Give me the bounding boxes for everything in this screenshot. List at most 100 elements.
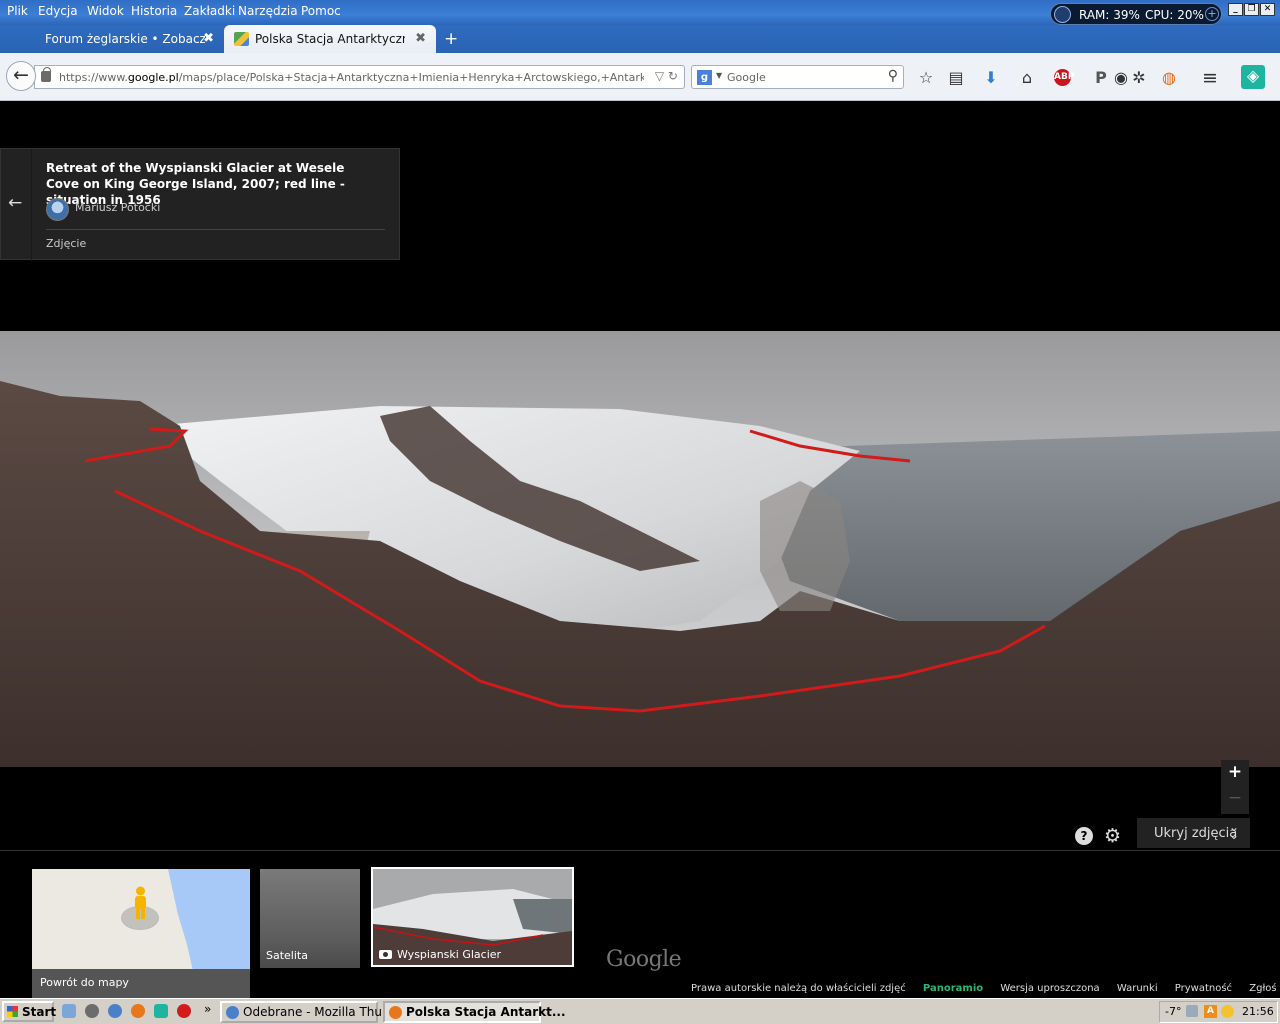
minimize-button[interactable]: _: [1228, 3, 1243, 16]
tab-forum[interactable]: Forum żeglarskie • Zobacz wą... ✖: [30, 25, 220, 53]
temperature[interactable]: -7°: [1165, 1005, 1181, 1018]
gear-icon[interactable]: ⚙: [1104, 825, 1121, 847]
copyright-link[interactable]: Prawa autorskie należą do właścicieli zd…: [691, 983, 906, 994]
google-logo: Google: [606, 947, 682, 972]
search-placeholder: Google: [727, 71, 766, 84]
menu-view[interactable]: Widok: [87, 4, 124, 18]
help-icon[interactable]: ?: [1075, 827, 1093, 845]
bug-icon[interactable]: [177, 1004, 191, 1018]
back-to-map-thumbnail[interactable]: Powrót do mapy: [32, 869, 250, 998]
footer-links: Prawa autorskie należą do właścicieli zd…: [691, 983, 1280, 994]
divider: [31, 149, 32, 261]
map-water: [168, 869, 250, 969]
menu-edit[interactable]: Edycja: [38, 4, 78, 18]
tab-label: Forum żeglarskie • Zobacz wą...: [45, 32, 205, 46]
task-firefox-active[interactable]: Polska Stacja Antarkt...: [383, 1001, 566, 1023]
speaker-icon[interactable]: [85, 1004, 99, 1018]
menu-file[interactable]: Plik: [7, 4, 28, 18]
taskbar: Start » Odebrane - Mozilla Thun... Polsk…: [0, 998, 1280, 1024]
url-text[interactable]: https://www.google.pl/maps/place/Polska+…: [59, 71, 644, 84]
close-window-button[interactable]: ✕: [1260, 3, 1275, 16]
start-label: Start: [22, 1005, 57, 1019]
system-tray: -7° A 21:56: [1159, 1001, 1278, 1023]
chevron-right-icon[interactable]: »: [204, 1002, 211, 1016]
screen: Plik Edycja Widok Historia Zakładki Narz…: [0, 0, 1280, 1024]
menu-tools[interactable]: Narzędzia: [238, 4, 298, 18]
report-problem-link[interactable]: Zgłoś problem: [1249, 983, 1280, 994]
task-label: Odebrane - Mozilla Thun...: [243, 1005, 402, 1019]
engine-dropdown-icon[interactable]: ▼: [716, 71, 722, 80]
back-arrow-icon[interactable]: ←: [8, 193, 22, 213]
author-name[interactable]: Mariusz Potocki: [75, 201, 160, 214]
menu-history[interactable]: Historia: [131, 4, 177, 18]
system-monitor[interactable]: RAM: 39% CPU: 20% +: [1050, 3, 1222, 25]
cpu-usage: CPU: 20%: [1145, 8, 1204, 22]
close-tab-icon[interactable]: ✖: [203, 31, 214, 46]
tab-bar: Forum żeglarskie • Zobacz wą... ✖ Polska…: [0, 25, 1280, 53]
filmstrip: Powrót do mapy Satelita Wyspianski Glaci…: [0, 850, 1280, 998]
hide-photos-button[interactable]: Ukryj zdjęcia ⌄ ⌄: [1137, 818, 1250, 848]
pinterest-icon[interactable]: P: [1090, 67, 1112, 89]
photo-thumbnail-selected[interactable]: Wyspianski Glacier: [371, 867, 574, 967]
menu-bookmarks[interactable]: Zakładki: [184, 4, 235, 18]
menu-help[interactable]: Pomoc: [301, 4, 341, 18]
privacy-link[interactable]: Prywatność: [1175, 983, 1232, 994]
close-tab-icon[interactable]: ✖: [415, 31, 426, 46]
double-chevron-down-icon: ⌄ ⌄: [1229, 820, 1240, 842]
satellite-label: Satelita: [266, 949, 308, 962]
author-avatar[interactable]: [46, 198, 69, 221]
reload-icon[interactable]: ▽ ↻: [655, 69, 678, 83]
panoramio-logo[interactable]: Panoramio: [923, 983, 983, 994]
update-icon[interactable]: [1221, 1005, 1234, 1018]
bookmark-star-icon[interactable]: ☆: [915, 67, 937, 89]
google-search-engine-icon[interactable]: g: [697, 70, 712, 85]
tab-label: Polska Stacja Antarktyczna I...: [255, 32, 405, 46]
start-button[interactable]: Start: [2, 1001, 57, 1022]
google-maps-favicon-icon: [234, 32, 249, 46]
menu-bar: Plik Edycja Widok Historia Zakładki Narz…: [0, 0, 1280, 25]
simplified-version-link[interactable]: Wersja uproszczona: [1000, 983, 1099, 994]
zoom-out-button[interactable]: −: [1221, 788, 1249, 812]
search-bar[interactable]: g ▼ Google ⚲: [691, 65, 904, 89]
task-thunderbird[interactable]: Odebrane - Mozilla Thun...: [220, 1001, 401, 1023]
feedly-quicklaunch-icon[interactable]: [154, 1004, 168, 1018]
search-icon[interactable]: ⚲: [888, 68, 898, 84]
clock[interactable]: 21:56: [1242, 1005, 1274, 1018]
photo-thumbnail-caption: Wyspianski Glacier: [379, 948, 501, 961]
restore-button[interactable]: ❐: [1244, 3, 1259, 16]
divider: [46, 229, 385, 230]
satellite-thumbnail[interactable]: Satelita: [260, 869, 360, 968]
windows-logo-icon: [7, 1006, 18, 1017]
photo-info-card: ← Retreat of the Wyspianski Glacier at W…: [0, 148, 400, 261]
monitor-icon: [1054, 6, 1071, 23]
adblock-icon[interactable]: ABP: [1054, 69, 1074, 86]
firefox-icon[interactable]: [131, 1004, 145, 1018]
address-bar[interactable]: https://www.google.pl/maps/place/Polska+…: [34, 65, 685, 89]
tab-maps-active[interactable]: Polska Stacja Antarktyczna I... ✖: [224, 25, 436, 53]
desktop-icon[interactable]: [62, 1004, 76, 1018]
hamburger-menu-icon[interactable]: ≡: [1199, 67, 1221, 89]
chrome-extension-icon[interactable]: ◍: [1158, 67, 1180, 89]
lock-icon: [41, 67, 51, 82]
photo-type-label: Zdjęcie: [46, 237, 87, 250]
bookmarks-list-icon[interactable]: ▤: [945, 67, 967, 89]
task-label: Polska Stacja Antarkt...: [406, 1005, 566, 1019]
settings-extension-icon[interactable]: ✲: [1128, 67, 1150, 89]
avast-icon[interactable]: A: [1204, 1005, 1217, 1018]
thunderbird-icon: [226, 1006, 239, 1019]
ram-usage: RAM: 39%: [1079, 8, 1140, 22]
firefox-icon: [389, 1006, 402, 1019]
thunderbird-icon[interactable]: [108, 1004, 122, 1018]
new-tab-button[interactable]: +: [444, 29, 458, 49]
back-button[interactable]: ←: [6, 61, 36, 91]
terms-link[interactable]: Warunki: [1117, 983, 1158, 994]
pegman-icon: [135, 886, 146, 919]
panorama-photo[interactable]: [0, 331, 1280, 767]
back-to-map-label: Powrót do mapy: [32, 969, 250, 998]
network-icon[interactable]: [1186, 1005, 1198, 1017]
zoom-in-button[interactable]: +: [1221, 762, 1249, 786]
expand-icon[interactable]: +: [1205, 7, 1219, 21]
downloads-icon[interactable]: ⬇: [980, 67, 1002, 89]
home-icon[interactable]: ⌂: [1016, 67, 1038, 89]
feedly-icon[interactable]: ◈: [1241, 65, 1265, 89]
